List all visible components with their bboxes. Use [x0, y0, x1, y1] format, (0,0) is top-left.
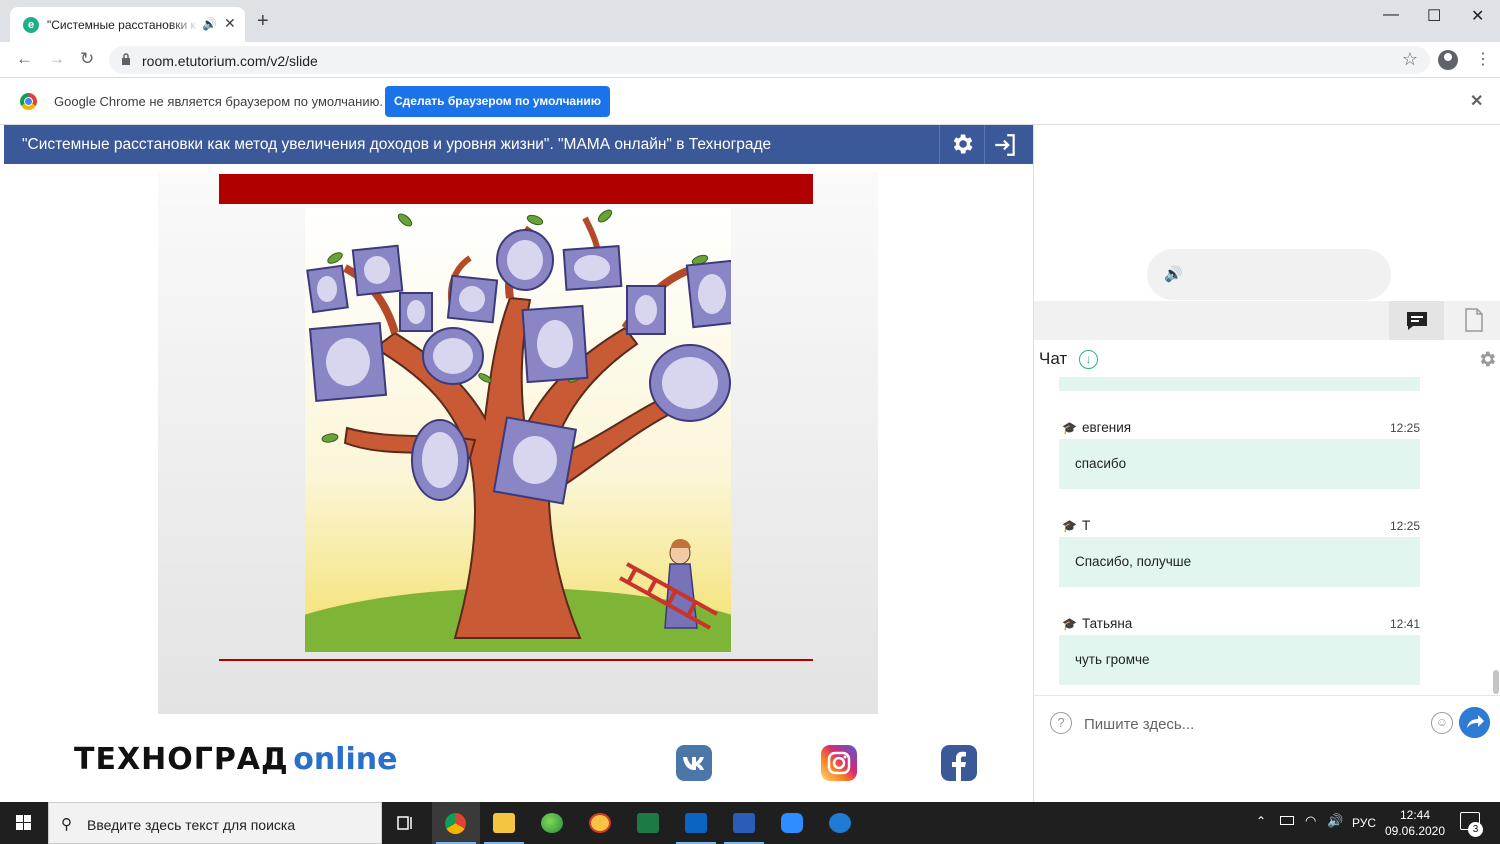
message-time: 12:25 — [1389, 421, 1420, 435]
browser-tab[interactable]: e "Системные расстановки ка 🔊 ✕ — [10, 7, 245, 42]
set-default-browser-button[interactable]: Сделать браузером по умолчанию — [385, 86, 610, 117]
chat-download-icon[interactable]: ↓ — [1079, 350, 1098, 369]
speaker-icon[interactable]: 🔊 — [1164, 265, 1183, 283]
taskbar-search[interactable]: ⚲ Введите здесь текст для поиска — [48, 802, 382, 844]
chevron-up-icon[interactable]: ⌃ — [1256, 814, 1266, 828]
chrome-logo-icon — [20, 93, 37, 110]
chat-title: Чат — [1039, 349, 1068, 368]
forward-arrow-icon[interactable]: → — [48, 49, 65, 69]
message-author: Т — [1081, 518, 1091, 533]
site-favicon-icon: e — [23, 17, 39, 33]
maximize-button[interactable]: ☐ — [1427, 6, 1441, 26]
task-view-icon[interactable] — [382, 802, 430, 844]
wifi-icon[interactable]: ◠ — [1305, 813, 1316, 829]
message-bubble: Спасибо, получше — [1059, 537, 1420, 587]
technograd-logo: ТЕХНОГРАД online — [74, 742, 397, 782]
message-text: Спасибо, получше — [1075, 554, 1192, 569]
instagram-icon[interactable] — [821, 745, 857, 781]
clock-time: 12:44 — [1399, 808, 1431, 822]
excel-icon[interactable] — [624, 802, 672, 844]
taskbar-search-text: Введите здесь текст для поиска — [87, 817, 296, 833]
help-icon[interactable]: ? — [1050, 712, 1072, 734]
file-explorer-icon[interactable] — [480, 802, 528, 844]
windows-taskbar: ⚲ Введите здесь текст для поиска ⌃ ◠ 🔊 Р… — [0, 802, 1500, 844]
tab-audio-icon[interactable]: 🔊 — [202, 17, 217, 31]
chat-messages[interactable]: 🎓 евгения 12:25 спасибо 🎓 Т 12:25 Спасибо,… — [1034, 377, 1500, 695]
facebook-icon[interactable] — [941, 745, 977, 781]
message-author: Татьяна — [1081, 616, 1133, 631]
graduation-cap-icon: 🎓 — [1062, 519, 1077, 533]
slide-title-bar — [219, 174, 813, 204]
clock-date: 09.06.2020 — [1384, 824, 1446, 838]
side-panel: 🔊 Чат ↓ 🎓 евгения 12:25 спасибо 🎓 Т 12:2… — [1033, 125, 1500, 802]
chat-bubble-icon — [1407, 312, 1427, 330]
tab-chat[interactable] — [1389, 301, 1444, 340]
message-text: чуть громче — [1075, 652, 1150, 667]
presentation-slide — [158, 172, 878, 714]
graduation-cap-icon: 🎓 — [1062, 617, 1077, 631]
chrome-taskbar-icon[interactable] — [432, 802, 480, 844]
bookmark-star-icon[interactable]: ☆ — [1402, 49, 1418, 70]
message-author: евгения — [1081, 420, 1132, 435]
chat-settings-gear-icon[interactable] — [1477, 349, 1497, 369]
chrome-menu-icon[interactable]: ⋮ — [1475, 49, 1491, 69]
message-bubble: спасибо — [1059, 439, 1420, 489]
webinar-title: "Системные расстановки как метод увеличе… — [22, 136, 772, 153]
profile-avatar-icon[interactable] — [1438, 50, 1458, 70]
default-browser-infobar: Google Chrome не является браузером по у… — [0, 78, 1500, 125]
search-icon: ⚲ — [61, 816, 72, 833]
address-bar[interactable]: room.etutorium.com/v2/slide ☆ — [109, 46, 1430, 74]
edge-icon[interactable] — [816, 802, 864, 844]
browser-toolbar: ← → ↻ room.etutorium.com/v2/slide ☆ ⋮ — [0, 42, 1500, 78]
chat-bubble-partial — [1059, 377, 1420, 391]
panel-tabs — [1034, 301, 1500, 340]
message-text: спасибо — [1075, 456, 1127, 471]
zoom-icon[interactable] — [768, 802, 816, 844]
settings-gear-icon[interactable] — [949, 131, 975, 157]
slide-bottom-line — [219, 659, 813, 661]
message-time: 12:41 — [1389, 617, 1420, 631]
windows-start-icon[interactable] — [0, 802, 48, 844]
chat-composer: ? ☺ — [1034, 695, 1500, 752]
outlook-icon[interactable] — [672, 802, 720, 844]
chat-scrollbar[interactable] — [1493, 670, 1499, 694]
url-text: room.etutorium.com/v2/slide — [142, 53, 318, 69]
webinar-header: "Системные расстановки как метод увеличе… — [4, 125, 1033, 164]
tab-close-icon[interactable]: ✕ — [224, 15, 236, 32]
message-time: 12:25 — [1389, 519, 1420, 533]
graduation-cap-icon: 🎓 — [1062, 421, 1077, 435]
notification-count-badge: 3 — [1468, 822, 1483, 837]
message-bubble: чуть громче — [1059, 635, 1420, 685]
document-icon — [1465, 308, 1483, 332]
emoji-icon[interactable]: ☺ — [1431, 712, 1453, 734]
1c-app-icon[interactable] — [576, 802, 624, 844]
battery-icon[interactable] — [1280, 816, 1294, 825]
system-clock[interactable]: 12:44 09.06.2020 — [1380, 807, 1450, 839]
globe-app-icon[interactable] — [528, 802, 576, 844]
close-window-button[interactable]: ✕ — [1471, 6, 1484, 26]
send-icon[interactable] — [1459, 707, 1490, 738]
language-indicator[interactable]: РУС — [1352, 816, 1376, 830]
tab-strip: e "Системные расстановки ка 🔊 ✕ + — ☐ ✕ — [0, 0, 1500, 42]
new-tab-button[interactable]: + — [257, 11, 269, 31]
system-tray: ⌃ ◠ 🔊 РУС 12:44 09.06.2020 3 — [1250, 802, 1500, 844]
back-arrow-icon[interactable]: ← — [16, 49, 33, 69]
tab-files[interactable] — [1446, 301, 1500, 340]
minimize-button[interactable]: — — [1383, 6, 1399, 24]
lock-icon — [122, 53, 130, 65]
vk-icon[interactable] — [676, 745, 712, 781]
family-tree-illustration — [305, 208, 731, 652]
infobar-message: Google Chrome не является браузером по у… — [54, 94, 383, 109]
chat-input[interactable] — [1084, 712, 1414, 736]
reload-icon[interactable]: ↻ — [80, 49, 94, 69]
word-icon[interactable] — [720, 802, 768, 844]
exit-room-icon[interactable] — [992, 132, 1018, 158]
audio-player[interactable]: 🔊 — [1147, 249, 1391, 300]
logo-brand-text: ТЕХНОГРАД — [74, 742, 289, 777]
volume-icon[interactable]: 🔊 — [1327, 813, 1343, 829]
logo-online-text: online — [293, 742, 398, 777]
infobar-close-icon[interactable]: ✕ — [1470, 91, 1483, 111]
